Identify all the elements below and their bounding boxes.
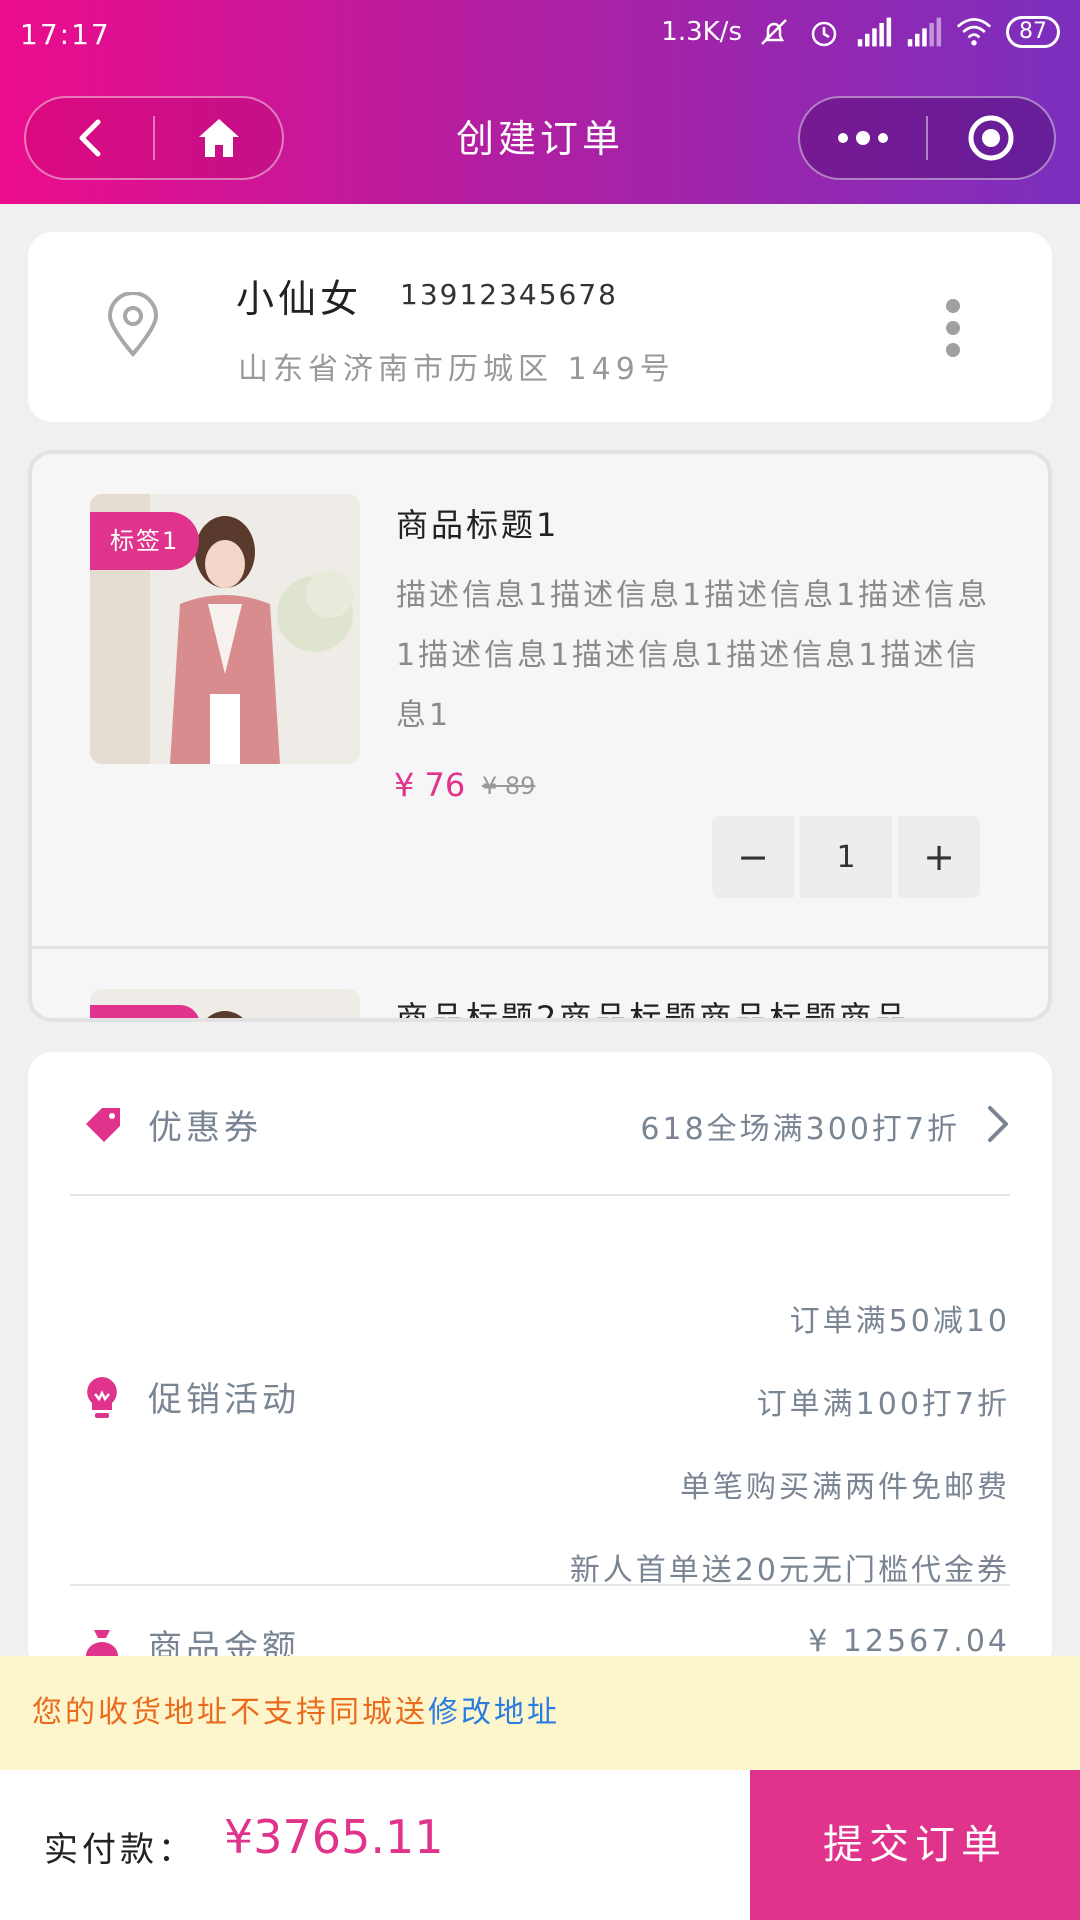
status-bar: 17:17 1.3K/s 87 — [0, 0, 1080, 72]
close-miniprogram-button[interactable] — [928, 98, 1054, 178]
signal-icon-2 — [907, 17, 942, 47]
pay-total: ¥3765.11 — [224, 1810, 444, 1864]
status-time: 17:17 — [20, 18, 111, 51]
top-bar: 17:17 1.3K/s 87 创建订单 — [0, 0, 1080, 204]
goods-list: 标签1 商品标题1 描述信息1描述信息1描述信息1描述信息1描述信息1描述信息1… — [28, 450, 1052, 1022]
promotion-item: 订单满100打7折 — [756, 1387, 1010, 1422]
goods-item: 标签1 商品标题1 描述信息1描述信息1描述信息1描述信息1描述信息1描述信息1… — [32, 454, 1048, 944]
coupon-value: 618全场满300打7折 — [640, 1112, 960, 1147]
receiver-name: 小仙女 — [236, 277, 363, 321]
quantity-value[interactable]: 1 — [800, 816, 892, 898]
receiver-address: 山东省济南市历城区 149号 — [238, 352, 675, 387]
product-title: 商品标题1 — [396, 506, 560, 544]
increase-quantity-button[interactable]: + — [898, 816, 980, 898]
receiver-phone: 13912345678 — [400, 278, 618, 311]
checkout-footer: 实付款： ¥3765.11 提交订单 — [0, 1770, 1080, 1920]
amount-value: ¥ 12567.04 — [808, 1624, 1010, 1659]
goods-item: 商品标题2商品标题商品标题商品 — [32, 949, 1048, 1022]
promotion-label: 促销活动 — [148, 1380, 300, 1420]
signal-icon — [857, 17, 892, 47]
coupon-row[interactable]: 优惠券 618全场满300打7折 — [28, 1052, 1052, 1192]
more-vertical-icon[interactable] — [942, 298, 964, 358]
coupon-label: 优惠券 — [148, 1108, 262, 1148]
target-circle-icon — [968, 115, 1014, 161]
product-image[interactable]: 标签1 — [90, 494, 360, 764]
promotion-row: 促销活动 订单满50减10 订单满100打7折 单笔购买满两件免邮费 新人首单送… — [28, 1196, 1052, 1588]
wifi-icon — [956, 18, 992, 46]
chevron-right-icon — [988, 1106, 1008, 1142]
more-menu-button[interactable] — [800, 98, 926, 178]
battery-indicator: 87 — [1006, 16, 1060, 48]
quantity-stepper: − 1 + — [712, 816, 980, 898]
promotion-item: 订单满50减10 — [789, 1304, 1010, 1339]
product-tag — [90, 1005, 200, 1018]
address-card[interactable]: 小仙女 13912345678 山东省济南市历城区 149号 — [28, 232, 1052, 422]
modify-address-link[interactable]: 修改地址 — [428, 1695, 560, 1730]
promotion-item: 新人首单送20元无门槛代金券 — [569, 1553, 1010, 1588]
status-icons: 1.3K/s 87 — [661, 14, 1060, 50]
alarm-icon — [811, 21, 837, 47]
mute-icon — [761, 19, 787, 45]
decrease-quantity-button[interactable]: − — [712, 816, 794, 898]
order-info-card: 优惠券 618全场满300打7折 促销活动 订单满50减10 订单满100打7折… — [28, 1052, 1052, 1672]
net-speed: 1.3K/s — [661, 17, 742, 47]
submit-order-button[interactable]: 提交订单 — [750, 1770, 1080, 1920]
lightbulb-icon — [87, 1377, 117, 1418]
location-pin-icon — [107, 292, 159, 358]
product-description: 描述信息1描述信息1描述信息1描述信息1描述信息1描述信息1描述信息1描述信息1 — [396, 578, 991, 733]
product-price: ¥ 76 — [394, 766, 466, 804]
coupon-tag-icon — [86, 1108, 120, 1142]
notice-warning: 您的收货地址不支持同城送 — [32, 1695, 428, 1730]
promotion-item: 单笔购买满两件免邮费 — [680, 1470, 1010, 1505]
product-original-price: ¥ 89 — [482, 772, 536, 800]
more-dots-icon — [838, 131, 888, 145]
delivery-notice: 您的收货地址不支持同城送修改地址 — [0, 1656, 1080, 1770]
product-image[interactable] — [90, 989, 360, 1018]
nav-capsule-right — [798, 96, 1056, 180]
product-tag: 标签1 — [90, 512, 200, 570]
product-title: 商品标题2商品标题商品标题商品 — [396, 999, 910, 1022]
pay-label: 实付款： — [44, 1830, 196, 1870]
